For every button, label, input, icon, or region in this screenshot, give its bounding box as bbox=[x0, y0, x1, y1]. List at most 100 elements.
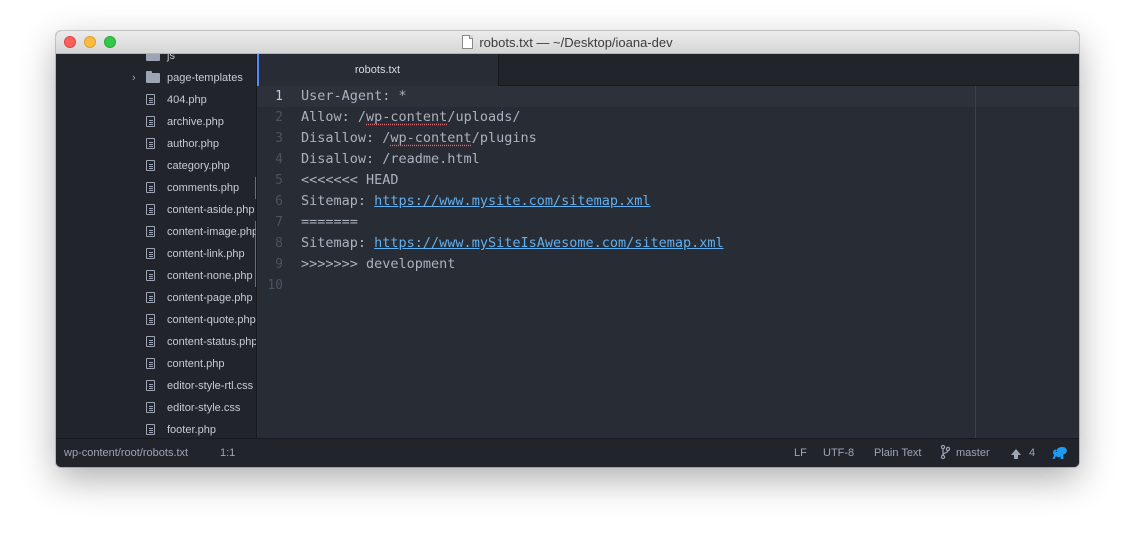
file-text-icon bbox=[146, 94, 155, 105]
tree-item-label: editor-style-rtl.css bbox=[167, 380, 254, 392]
tree-folder[interactable]: › page-templates bbox=[56, 67, 256, 89]
tree-view[interactable]: js › page-templates 404.php archive.php autho… bbox=[56, 54, 257, 438]
tree-item-label: category.php bbox=[167, 160, 230, 172]
tree-item-label: content.php bbox=[167, 358, 225, 370]
chevron-right-icon[interactable]: › bbox=[132, 67, 136, 89]
tree-item-label: author.php bbox=[167, 138, 219, 150]
tree-file[interactable]: archive.php bbox=[56, 111, 256, 133]
git-branch-label: master bbox=[956, 447, 990, 459]
title-bar: robots.txt — ~/Desktop/ioana-dev bbox=[56, 31, 1079, 54]
line-number: 5 bbox=[275, 173, 283, 188]
file-text-icon bbox=[146, 424, 155, 435]
tree-file[interactable]: content-page.php bbox=[56, 287, 256, 309]
line-text: Disallow: /wp-content/plugins bbox=[301, 128, 537, 149]
line-number: 2 bbox=[275, 110, 283, 125]
code-token: /uploads/ bbox=[447, 109, 521, 125]
tree-item-label: content-page.php bbox=[167, 292, 253, 304]
code-line[interactable]: 10 bbox=[257, 275, 1079, 296]
tab-robots-txt[interactable]: robots.txt bbox=[257, 54, 499, 86]
file-text-icon bbox=[146, 204, 155, 215]
tree-item-label: 404.php bbox=[167, 94, 207, 106]
status-line-ending[interactable]: LF bbox=[794, 439, 807, 467]
url-link[interactable]: https://www.mysite.com/sitemap.xml bbox=[374, 193, 650, 209]
file-text-icon bbox=[146, 248, 155, 259]
window-title: robots.txt — ~/Desktop/ioana-dev bbox=[479, 35, 673, 50]
tree-item-label: content-link.php bbox=[167, 248, 245, 260]
tree-file[interactable]: content-status.php bbox=[56, 331, 256, 353]
tree-file[interactable]: content.php bbox=[56, 353, 256, 375]
code-line[interactable]: 3 Disallow: /wp-content/plugins bbox=[257, 128, 1079, 149]
code-line[interactable]: 6 Sitemap: https://www.mysite.com/sitemap… bbox=[257, 191, 1079, 212]
tree-item-label: archive.php bbox=[167, 116, 224, 128]
line-text: Sitemap: https://www.mysite.com/sitemap.… bbox=[301, 191, 651, 212]
file-text-icon bbox=[146, 160, 155, 171]
git-ahead-count: 4 bbox=[1029, 447, 1036, 459]
tree-file[interactable]: footer.php bbox=[56, 419, 256, 438]
tree-folder[interactable]: js bbox=[56, 54, 256, 67]
tree-file[interactable]: content-none.php bbox=[56, 265, 256, 287]
line-text: <<<<<<< HEAD bbox=[301, 170, 399, 191]
tree-file[interactable]: comments.php bbox=[56, 177, 256, 199]
status-encoding[interactable]: UTF-8 bbox=[823, 439, 854, 467]
code-token: >>>>>>> development bbox=[301, 256, 456, 272]
tree-file[interactable]: content-aside.php bbox=[56, 199, 256, 221]
status-git-ahead[interactable]: 4 bbox=[1011, 439, 1035, 467]
line-text: User-Agent: * bbox=[301, 86, 407, 107]
url-link[interactable]: https://www.mySiteIsAwesome.com/sitemap.… bbox=[374, 235, 724, 251]
git-branch-icon bbox=[941, 445, 950, 459]
line-number: 4 bbox=[275, 152, 283, 167]
folder-icon bbox=[146, 71, 160, 83]
status-grammar[interactable]: Plain Text bbox=[874, 439, 922, 467]
squirrel-icon[interactable] bbox=[1052, 446, 1068, 460]
tree-file[interactable]: author.php bbox=[56, 133, 256, 155]
status-cursor-position[interactable]: 1:1 bbox=[220, 439, 235, 467]
file-text-icon bbox=[146, 226, 155, 237]
tree-file[interactable]: editor-style.css bbox=[56, 397, 256, 419]
tree-file[interactable]: category.php bbox=[56, 155, 256, 177]
file-text-icon bbox=[146, 336, 155, 347]
code-token: User-Agent: * bbox=[301, 88, 407, 104]
code-token: Sitemap: bbox=[301, 193, 375, 209]
tree-item-label: content-quote.php bbox=[167, 314, 256, 326]
status-file-path[interactable]: wp-content/root/robots.txt bbox=[64, 439, 188, 467]
tree-file[interactable]: content-quote.php bbox=[56, 309, 256, 331]
file-text-icon bbox=[146, 402, 155, 413]
folder-icon bbox=[146, 54, 160, 61]
code-line[interactable]: 4 Disallow: /readme.html bbox=[257, 149, 1079, 170]
line-text: Sitemap: https://www.mySiteIsAwesome.com… bbox=[301, 233, 724, 254]
code-line[interactable]: 8 Sitemap: https://www.mySiteIsAwesome.co… bbox=[257, 233, 1079, 254]
tree-file[interactable]: editor-style-rtl.css bbox=[56, 375, 256, 397]
file-text-icon bbox=[146, 292, 155, 303]
code-line[interactable]: 7 ======= bbox=[257, 212, 1079, 233]
line-number: 1 bbox=[275, 89, 283, 104]
code-token: Sitemap: bbox=[301, 235, 375, 251]
code-line[interactable]: 5 <<<<<<< HEAD bbox=[257, 170, 1079, 191]
file-text-icon bbox=[146, 358, 155, 369]
editor-window: robots.txt — ~/Desktop/ioana-dev js › page… bbox=[56, 31, 1079, 467]
code-token: /plugins bbox=[471, 130, 537, 146]
tree-item-label: page-templates bbox=[167, 72, 243, 84]
file-text-icon bbox=[146, 380, 155, 391]
tree-file[interactable]: content-link.php bbox=[56, 243, 256, 265]
status-bar: wp-content/root/robots.txt 1:1 LF UTF-8 … bbox=[56, 438, 1079, 467]
tree-item-label: content-image.php bbox=[167, 226, 257, 238]
code-token: ======= bbox=[301, 214, 358, 230]
code-line[interactable]: 1 User-Agent: * bbox=[257, 86, 1079, 107]
tree-item-label: footer.php bbox=[167, 424, 216, 436]
code-line[interactable]: 9 >>>>>>> development bbox=[257, 254, 1079, 275]
tree-file[interactable]: content-image.php bbox=[56, 221, 257, 243]
tree-file[interactable]: 404.php bbox=[56, 89, 256, 111]
tab-bar: robots.txt bbox=[257, 54, 1079, 86]
line-text: Disallow: /readme.html bbox=[301, 149, 480, 170]
file-text-icon bbox=[146, 182, 155, 193]
arrow-up-icon bbox=[1011, 449, 1021, 459]
tree-item-label: js bbox=[167, 54, 175, 62]
window-title-container: robots.txt — ~/Desktop/ioana-dev bbox=[56, 35, 1079, 50]
code-line[interactable]: 2 Allow: /wp-content/uploads/ bbox=[257, 107, 1079, 128]
line-text: ======= bbox=[301, 212, 358, 233]
code-token: Disallow: / bbox=[301, 130, 391, 146]
tree-item-label: comments.php bbox=[167, 182, 240, 194]
code-token: Allow: / bbox=[301, 109, 367, 125]
status-git-branch[interactable]: master bbox=[941, 439, 990, 467]
text-editor[interactable]: 1 User-Agent: * 2 Allow: /wp-content/upload… bbox=[257, 86, 1079, 438]
